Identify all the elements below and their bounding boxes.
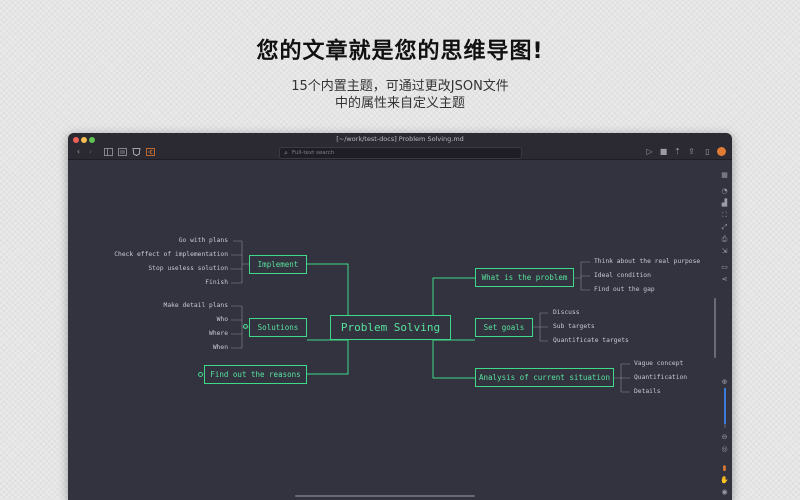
expand-toggle-reasons[interactable] xyxy=(198,372,203,377)
zoom-out-icon[interactable]: ⊖ xyxy=(720,433,729,441)
outline-panel-icon[interactable] xyxy=(118,148,127,156)
leaf-node[interactable]: Quantificate targets xyxy=(553,337,629,344)
leaf-node[interactable]: Where xyxy=(209,330,228,337)
leaf-node[interactable]: Go with plans xyxy=(179,237,228,244)
share-nodes-icon[interactable]: ⋖ xyxy=(720,275,729,283)
leaf-node[interactable]: Finish xyxy=(205,279,228,286)
bookmark-tag-icon[interactable]: ▮ xyxy=(720,464,729,472)
promo-subtitle-line-2: 中的属性来自定义主题 xyxy=(334,96,465,111)
print-icon[interactable]: ⎙ xyxy=(720,235,729,243)
html-shield-icon[interactable] xyxy=(132,148,141,156)
bookmark-icon[interactable]: ▯ xyxy=(703,148,712,156)
leaf-node[interactable]: Make detail plans xyxy=(164,302,228,309)
leaf-node[interactable]: Details xyxy=(634,388,661,395)
branch-node-implement[interactable]: Implement xyxy=(249,255,307,274)
branch-node-analysis-of-current-situation[interactable]: Analysis of current situation xyxy=(475,368,614,387)
title-bar: [~/work/test-docs] Problem Solving.md ‹ … xyxy=(68,133,732,160)
share-icon[interactable]: ⇪ xyxy=(687,148,696,156)
export-icon[interactable]: ⇲ xyxy=(720,247,729,255)
zoom-in-icon[interactable]: ⊕ xyxy=(720,378,729,386)
search-icon: ⌕ xyxy=(284,149,288,157)
root-node[interactable]: Problem Solving xyxy=(330,315,451,340)
mindmap-view-icon[interactable] xyxy=(146,148,155,156)
leaf-node[interactable]: When xyxy=(213,344,228,351)
forward-arrow-icon[interactable]: › xyxy=(86,148,95,156)
layout-grid-icon[interactable]: ▦ xyxy=(720,171,729,179)
reset-zoom-icon[interactable]: ◎ xyxy=(720,445,729,453)
expand-icon[interactable]: ⤢ xyxy=(720,223,729,231)
collapse-toggle-solutions[interactable] xyxy=(243,324,248,329)
horizontal-scrollbar[interactable] xyxy=(295,495,475,497)
leaf-node[interactable]: Find out the gap xyxy=(594,286,655,293)
app-window: [~/work/test-docs] Problem Solving.md ‹ … xyxy=(68,133,732,500)
branch-node-what-is-the-problem[interactable]: What is the problem xyxy=(475,268,574,287)
mindmap-canvas[interactable]: Problem Solving Implement Solutions Find… xyxy=(68,160,732,500)
search-placeholder: Full-text search xyxy=(292,150,335,156)
leaf-node[interactable]: Who xyxy=(217,316,228,323)
leaf-node[interactable]: Sub targets xyxy=(553,323,595,330)
branch-node-find-out-the-reasons[interactable]: Find out the reasons xyxy=(204,365,307,384)
branch-node-set-goals[interactable]: Set goals xyxy=(475,318,533,337)
leaf-node[interactable]: Stop useless solution xyxy=(148,265,228,272)
leaf-node[interactable]: Think about the real purpose xyxy=(594,258,700,265)
promo-headline: 您的文章就是您的思维导图! xyxy=(256,39,544,64)
folder-icon[interactable]: ▭ xyxy=(720,263,729,271)
document-title: [~/work/test-docs] Problem Solving.md xyxy=(336,135,464,143)
vertical-scrollbar[interactable] xyxy=(714,298,716,358)
avatar[interactable] xyxy=(717,147,726,156)
leaf-node[interactable]: Vague concept xyxy=(634,360,683,367)
full-text-search-input[interactable]: ⌕ Full-text search xyxy=(279,147,522,159)
hand-tool-icon[interactable]: ✋ xyxy=(720,476,729,484)
leaf-node[interactable]: Check effect of implementation xyxy=(114,251,228,258)
sidebar-toggle-icon[interactable] xyxy=(104,148,113,156)
zoom-slider-fill xyxy=(724,388,726,424)
theme-palette-icon[interactable]: ◔ xyxy=(720,187,729,195)
fit-screen-icon[interactable]: ⛶ xyxy=(720,211,729,219)
leaf-node[interactable]: Discuss xyxy=(553,309,580,316)
back-arrow-icon[interactable]: ‹ xyxy=(74,148,83,156)
chart-icon[interactable]: ▟ xyxy=(720,199,729,207)
leaf-node[interactable]: Quantification xyxy=(634,374,687,381)
play-icon[interactable]: ▷ xyxy=(645,148,654,156)
branch-node-solutions[interactable]: Solutions xyxy=(249,318,307,337)
stop-icon[interactable]: ■ xyxy=(659,148,668,156)
cloud-upload-icon[interactable]: ⇡ xyxy=(673,148,682,156)
eye-icon[interactable]: ◉ xyxy=(720,488,729,496)
leaf-node[interactable]: Ideal condition xyxy=(594,272,651,279)
